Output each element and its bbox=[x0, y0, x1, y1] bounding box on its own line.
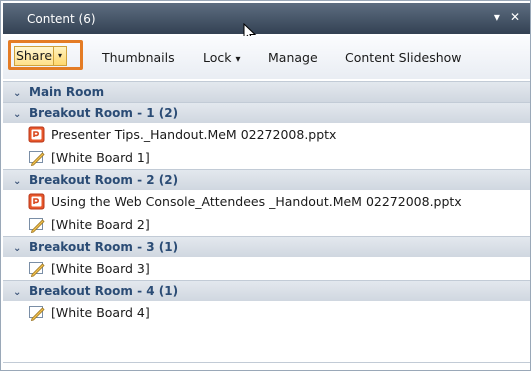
item-label: [White Board 2] bbox=[51, 217, 150, 232]
group-label: Main Room bbox=[29, 85, 105, 99]
lock-dropdown-icon: ▾ bbox=[235, 54, 241, 65]
powerpoint-file-icon bbox=[28, 193, 45, 210]
lock-button[interactable]: Lock ▾ bbox=[203, 49, 241, 67]
lock-label: Lock bbox=[203, 50, 232, 65]
whiteboard-icon bbox=[28, 216, 45, 234]
title-controls: ▾ ✕ bbox=[494, 10, 520, 24]
item-label: Using the Web Console_Attendees _Handout… bbox=[51, 194, 462, 209]
item-label: [White Board 1] bbox=[51, 150, 150, 165]
list-item[interactable]: [White Board 2] bbox=[3, 213, 530, 236]
thumbnails-button[interactable]: Thumbnails bbox=[102, 49, 175, 67]
content-toolbar: Share ▾ Thumbnails Lock ▾ Manage Content… bbox=[3, 36, 530, 79]
item-label: Presenter Tips._Handout.MeM 02272008.ppt… bbox=[51, 127, 337, 142]
content-slideshow-button[interactable]: Content Slideshow bbox=[345, 49, 462, 67]
panel-menu-icon[interactable]: ▾ bbox=[494, 10, 500, 24]
item-label: [White Board 3] bbox=[51, 261, 150, 276]
whiteboard-icon bbox=[28, 304, 45, 322]
group-label: Breakout Room - 3 (1) bbox=[29, 240, 179, 254]
chevron-down-icon[interactable]: ⌄ bbox=[13, 84, 29, 104]
chevron-down-icon[interactable]: ⌄ bbox=[13, 239, 29, 259]
group-label: Breakout Room - 4 (1) bbox=[29, 284, 179, 298]
group-header[interactable]: ⌄ Breakout Room - 3 (1) bbox=[3, 236, 530, 257]
group-label: Breakout Room - 1 (2) bbox=[29, 106, 179, 120]
chevron-down-icon[interactable]: ⌄ bbox=[13, 105, 29, 125]
panel-title: Content (6) bbox=[27, 12, 96, 26]
list-item[interactable]: [White Board 4] bbox=[3, 301, 530, 324]
panel-title-bar[interactable]: Content (6) ▾ ✕ bbox=[3, 3, 530, 43]
group-header[interactable]: ⌄ Breakout Room - 2 (2) bbox=[3, 169, 530, 190]
whiteboard-icon bbox=[28, 260, 45, 278]
share-button[interactable]: Share bbox=[14, 46, 54, 66]
group-label: Breakout Room - 2 (2) bbox=[29, 173, 179, 187]
powerpoint-file-icon bbox=[28, 126, 45, 143]
item-label: [White Board 4] bbox=[51, 305, 150, 320]
share-dropdown-arrow-icon[interactable]: ▾ bbox=[53, 46, 67, 66]
chevron-down-icon[interactable]: ⌄ bbox=[13, 172, 29, 192]
whiteboard-icon bbox=[28, 149, 45, 167]
list-item[interactable]: [White Board 3] bbox=[3, 257, 530, 280]
group-header[interactable]: ⌄ Main Room bbox=[3, 81, 530, 102]
group-header[interactable]: ⌄ Breakout Room - 4 (1) bbox=[3, 280, 530, 301]
content-panel: Content (6) ▾ ✕ Share ▾ Thumbnails Lock … bbox=[0, 0, 531, 371]
close-icon[interactable]: ✕ bbox=[510, 10, 520, 24]
list-item[interactable]: Using the Web Console_Attendees _Handout… bbox=[3, 190, 530, 213]
content-list: ⌄ Main Room ⌄ Breakout Room - 1 (2) Presente… bbox=[3, 81, 530, 324]
list-item[interactable]: Presenter Tips._Handout.MeM 02272008.ppt… bbox=[3, 123, 530, 146]
chevron-down-icon[interactable]: ⌄ bbox=[13, 283, 29, 303]
manage-button[interactable]: Manage bbox=[268, 49, 318, 67]
list-item[interactable]: [White Board 1] bbox=[3, 146, 530, 169]
group-header[interactable]: ⌄ Breakout Room - 1 (2) bbox=[3, 102, 530, 123]
list-bottom-rule bbox=[3, 362, 530, 363]
